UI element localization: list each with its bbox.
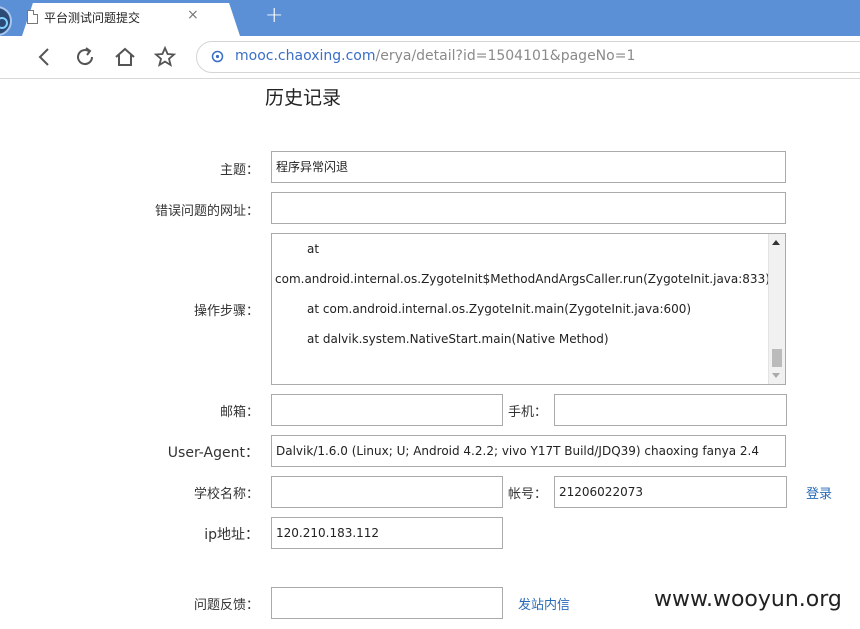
url-path: /erya/detail?id=1504101&pageNo=1 — [375, 48, 636, 64]
email-label: 邮箱： — [219, 405, 259, 420]
user-agent-label: User-Agent： — [167, 445, 259, 461]
steps-line: at com.android.internal.os.ZygoteInit.ma… — [307, 302, 692, 316]
reload-icon[interactable] — [72, 44, 98, 70]
page-icon — [27, 10, 38, 24]
address-bar[interactable]: mooc.chaoxing.com/erya/detail?id=1504101… — [196, 41, 860, 73]
subject-label: 主题： — [219, 163, 259, 178]
bookmark-star-icon[interactable] — [152, 44, 178, 70]
school-field[interactable] — [271, 476, 503, 508]
subject-field[interactable]: 程序异常闪退 — [271, 151, 786, 183]
steps-line: at — [307, 242, 320, 256]
browser-logo-icon[interactable] — [0, 6, 12, 36]
back-icon[interactable] — [32, 44, 58, 70]
steps-scrollbar[interactable] — [768, 234, 785, 384]
ip-label: ip地址： — [204, 527, 259, 543]
error-url-field[interactable] — [271, 192, 786, 224]
ip-field[interactable]: 120.210.183.112 — [271, 517, 503, 549]
scroll-down-icon[interactable] — [772, 373, 780, 378]
scroll-up-icon[interactable] — [772, 240, 780, 245]
phone-field[interactable] — [554, 394, 787, 426]
steps-label: 操作步骤： — [193, 304, 259, 319]
email-field[interactable] — [271, 394, 503, 426]
home-icon[interactable] — [112, 44, 138, 70]
scroll-thumb[interactable] — [772, 349, 782, 367]
tab-close-icon[interactable]: × — [187, 7, 199, 23]
tab-title: 平台测试问题提交 — [44, 11, 141, 25]
school-label: 学校名称： — [193, 487, 259, 502]
account-field[interactable]: 21206022073 — [554, 476, 787, 508]
phone-label: 手机： — [508, 405, 548, 420]
page-title: 历史记录 — [265, 87, 342, 109]
browser-tab-bar: 平台测试问题提交 × + — [0, 0, 860, 36]
watermark: www.wooyun.org — [654, 587, 842, 612]
feedback-field[interactable] — [271, 587, 503, 619]
steps-textarea[interactable]: at com.android.internal.os.ZygoteInit$Me… — [271, 233, 786, 385]
send-message-link[interactable]: 发站内信 — [518, 594, 570, 613]
error-url-label: 错误问题的网址： — [154, 204, 259, 219]
site-info-icon[interactable] — [211, 50, 224, 63]
url-host: mooc.chaoxing.com — [235, 48, 376, 64]
browser-nav-bar: mooc.chaoxing.com/erya/detail?id=1504101… — [0, 36, 860, 79]
user-agent-field[interactable]: Dalvik/1.6.0 (Linux; U; Android 4.2.2; v… — [271, 435, 786, 467]
account-label: 帐号： — [508, 487, 548, 502]
feedback-label: 问题反馈： — [193, 598, 259, 613]
new-tab-icon[interactable]: + — [265, 3, 283, 28]
steps-line: at dalvik.system.NativeStart.main(Native… — [307, 332, 609, 346]
url-text: mooc.chaoxing.com/erya/detail?id=1504101… — [235, 48, 635, 64]
login-link[interactable]: 登录 — [806, 483, 832, 502]
steps-line: com.android.internal.os.ZygoteInit$Metho… — [275, 272, 770, 286]
